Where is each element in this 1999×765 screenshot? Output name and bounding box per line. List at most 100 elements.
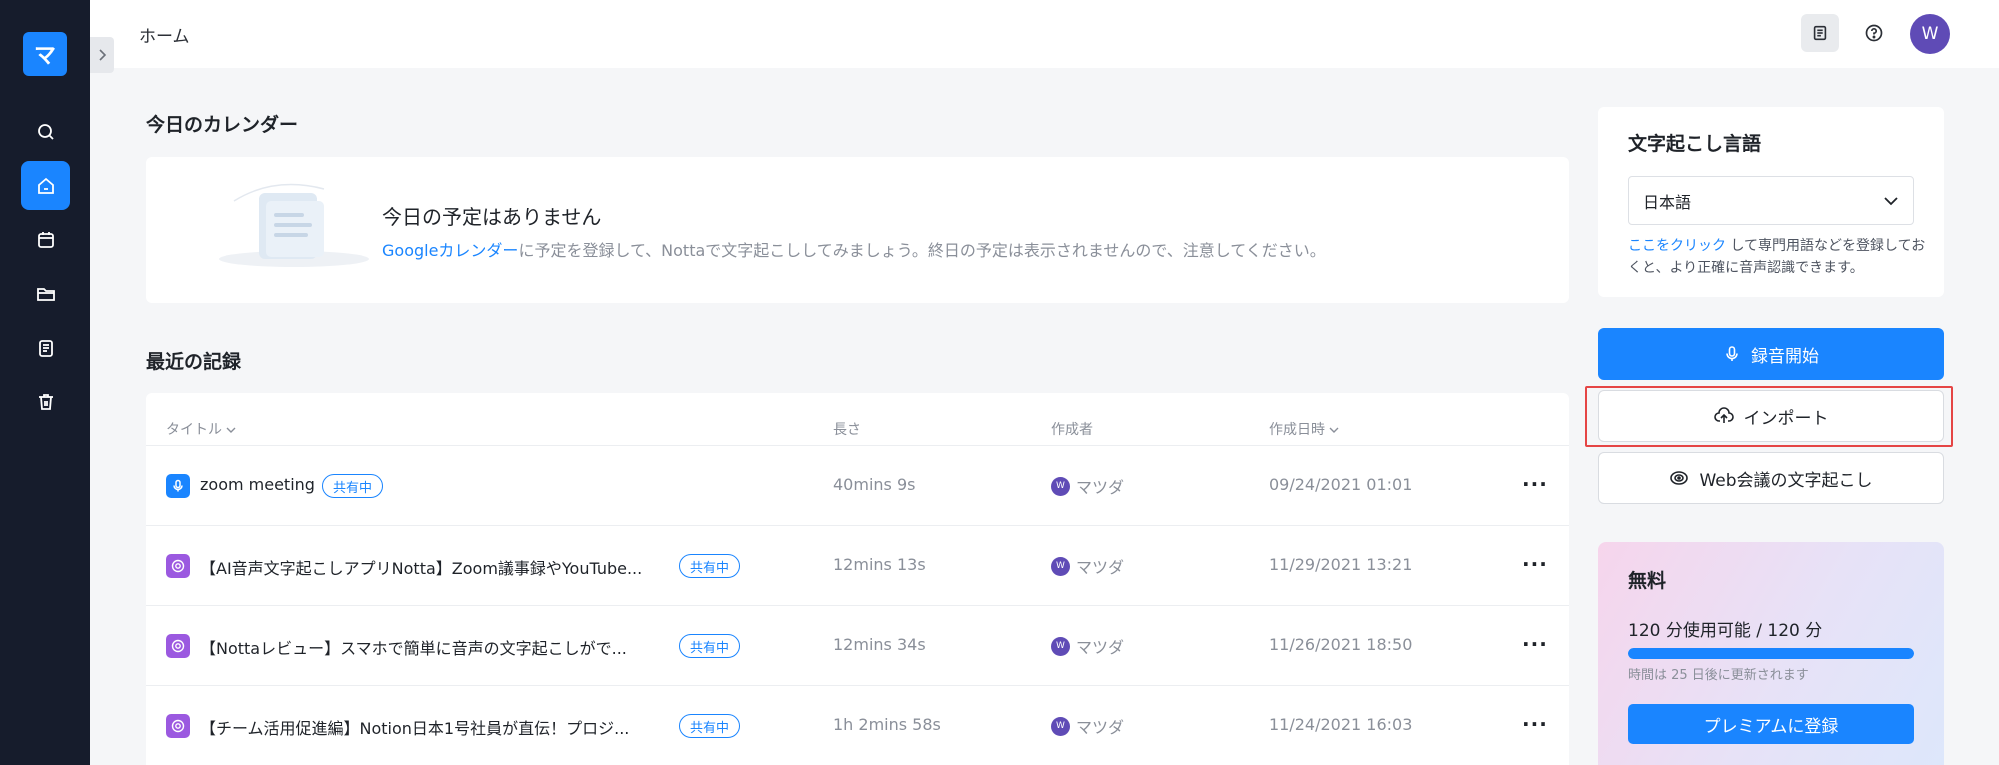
creator-avatar: W [1051, 476, 1070, 496]
table-row[interactable]: zoom meeting 共有中 40mins 9s W マツダ 09/24/20… [146, 445, 1569, 525]
upgrade-premium-button[interactable]: プレミアムに登録 [1628, 704, 1914, 744]
import-highlight-box [1585, 386, 1953, 447]
record-creator: W マツダ [1051, 634, 1124, 658]
google-calendar-link[interactable]: Googleカレンダー [382, 241, 518, 260]
calendar-section-title: 今日のカレンダー [146, 114, 299, 136]
record-length: 1h 2mins 58s [833, 715, 941, 734]
shared-badge: 共有中 [679, 634, 741, 658]
creator-name: マツダ [1076, 558, 1125, 577]
language-title: 文字起こし言語 [1628, 133, 1762, 155]
language-selected-value: 日本語 [1643, 192, 1692, 212]
search-icon [37, 123, 54, 140]
language-note: ここをクリック して専門用語などを登録しておくと、より正確に音声認識できます。 [1628, 235, 1928, 279]
language-select[interactable]: 日本語 [1628, 176, 1914, 225]
record-date: 11/24/2021 16:03 [1269, 715, 1413, 734]
web-meeting-icon [1670, 471, 1689, 485]
creator-name: マツダ [1076, 718, 1125, 737]
column-header-title[interactable]: タイトル [166, 419, 236, 439]
record-date: 09/24/2021 01:01 [1269, 475, 1413, 494]
help-icon [1865, 24, 1883, 42]
column-header-created[interactable]: 作成日時 [1269, 419, 1339, 439]
calendar-illustration [219, 183, 369, 267]
home-icon [37, 177, 54, 194]
web-meeting-transcription-button[interactable]: Web会議の文字起こし [1598, 452, 1944, 504]
more-options-button[interactable]: ··· [1522, 632, 1548, 656]
chrome-icon [166, 634, 190, 658]
chevron-right-icon [99, 49, 107, 61]
document-icon [1813, 25, 1827, 41]
transcription-language-card: 文字起こし言語 日本語 ここをクリック して専門用語などを登録しておくと、より正… [1598, 107, 1944, 297]
record-creator: W マツダ [1051, 714, 1124, 738]
chevron-down-icon [1329, 427, 1339, 433]
start-recording-label: 録音開始 [1751, 346, 1819, 367]
sidebar-item-folder[interactable] [21, 269, 70, 318]
start-recording-button[interactable]: 録音開始 [1598, 328, 1944, 380]
creator-avatar: W [1051, 716, 1070, 736]
record-date: 11/29/2021 13:21 [1269, 555, 1413, 574]
record-title[interactable]: 【AI音声文字起こしアプリNotta】Zoom議事録やYouTube... [200, 555, 642, 579]
sidebar-item-home[interactable] [21, 161, 70, 210]
record-length: 40mins 9s [833, 475, 916, 494]
sidebar-item-calendar[interactable] [21, 215, 70, 264]
sidebar-item-notes[interactable] [21, 323, 70, 372]
record-creator: W マツダ [1051, 554, 1124, 578]
record-length: 12mins 34s [833, 635, 926, 654]
table-row[interactable]: 【AI音声文字起こしアプリNotta】Zoom議事録やYouTube... 共有… [146, 525, 1569, 605]
column-header-creator: 作成者 [1051, 422, 1093, 438]
top-bar: ホーム W [90, 0, 1999, 68]
sidebar-item-trash[interactable] [21, 377, 70, 426]
user-avatar[interactable]: W [1910, 14, 1950, 54]
more-options-button[interactable]: ··· [1522, 472, 1548, 496]
web-meeting-label: Web会議の文字起こし [1699, 470, 1873, 491]
shared-badge: 共有中 [679, 554, 741, 578]
plan-renewal-note: 時間は 25 日後に更新されます [1628, 668, 1809, 683]
creator-avatar: W [1051, 556, 1070, 576]
table-row[interactable]: 【チーム活用促進編】Notion日本1号社員が直伝！プロジ... 共有中 1h … [146, 685, 1569, 765]
custom-vocabulary-link[interactable]: ここをクリック [1628, 238, 1726, 254]
calendar-empty-description: Googleカレンダーに予定を登録して、Nottaで文字起こししてみましょう。終… [382, 237, 1326, 261]
help-button[interactable] [1855, 14, 1893, 52]
record-title[interactable]: 【Nottaレビュー】スマホで簡単に音声の文字起こしがで... [200, 635, 627, 659]
calendar-icon [37, 231, 54, 248]
app-logo[interactable]: マ [23, 32, 67, 76]
calendar-empty-title: 今日の予定はありません [382, 205, 602, 229]
usage-progress-fill [1628, 648, 1914, 659]
sidebar-expand-button[interactable] [90, 37, 114, 73]
mic-icon [1726, 346, 1738, 361]
creator-name: マツダ [1076, 478, 1125, 497]
notes-button[interactable] [1801, 14, 1839, 52]
mic-icon [166, 474, 190, 498]
plan-name: 無料 [1628, 570, 1667, 592]
chevron-down-icon [1884, 196, 1898, 205]
usage-progress-bar [1628, 648, 1914, 659]
plan-card: 無料 120 分使用可能 / 120 分 時間は 25 日後に更新されます プレ… [1598, 542, 1944, 765]
record-title[interactable]: zoom meeting [200, 475, 315, 494]
page-title: ホーム [139, 27, 190, 47]
record-date: 11/26/2021 18:50 [1269, 635, 1413, 654]
folder-icon [36, 287, 55, 301]
records-section-title: 最近の記録 [146, 351, 242, 373]
sidebar-item-search[interactable] [21, 107, 70, 156]
records-table: タイトル 長さ 作成者 作成日時 zoom meeting 共有中 40mins… [146, 393, 1569, 765]
chrome-icon [166, 554, 190, 578]
shared-badge: 共有中 [322, 474, 384, 498]
creator-avatar: W [1051, 636, 1070, 656]
notes-icon [38, 339, 53, 357]
creator-name: マツダ [1076, 638, 1125, 657]
calendar-desc-text: に予定を登録して、Nottaで文字起こししてみましょう。終日の予定は表示されませ… [518, 241, 1326, 260]
record-creator: W マツダ [1051, 474, 1124, 498]
record-length: 12mins 13s [833, 555, 926, 574]
chevron-down-icon [226, 427, 236, 433]
column-title-label: タイトル [166, 422, 222, 438]
calendar-card: 今日の予定はありません Googleカレンダーに予定を登録して、Nottaで文字… [146, 157, 1569, 303]
more-options-button[interactable]: ··· [1522, 552, 1548, 576]
shared-badge: 共有中 [679, 714, 741, 738]
plan-usage: 120 分使用可能 / 120 分 [1628, 621, 1823, 641]
sidebar: マ [0, 0, 90, 765]
record-title[interactable]: 【チーム活用促進編】Notion日本1号社員が直伝！プロジ... [200, 715, 629, 739]
table-row[interactable]: 【Nottaレビュー】スマホで簡単に音声の文字起こしがで... 共有中 12mi… [146, 605, 1569, 685]
chrome-icon [166, 714, 190, 738]
more-options-button[interactable]: ··· [1522, 712, 1548, 736]
column-header-length: 長さ [833, 422, 861, 438]
column-created-label: 作成日時 [1269, 422, 1325, 438]
